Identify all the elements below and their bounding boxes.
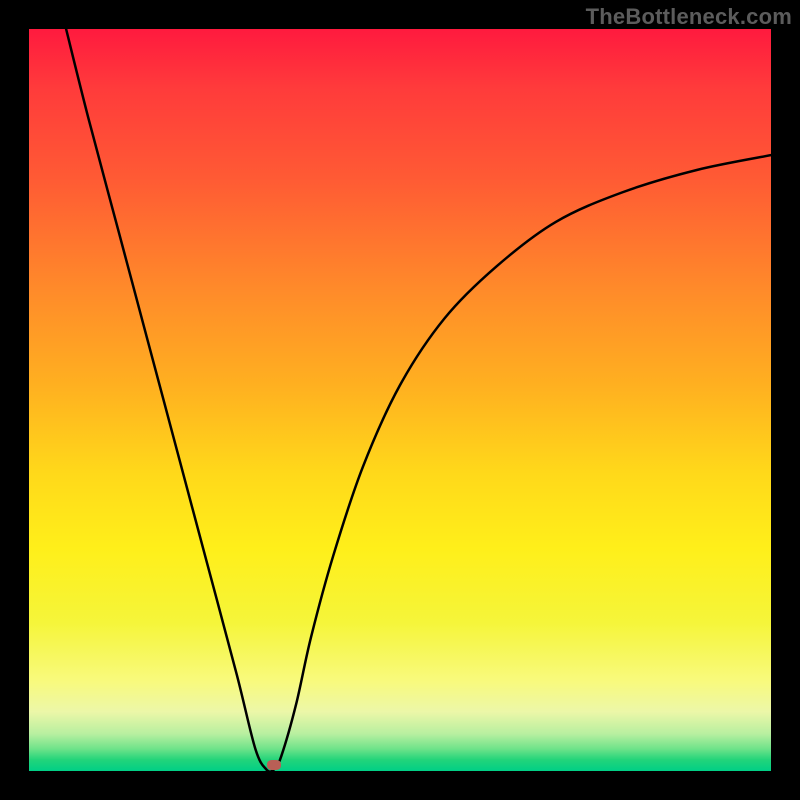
chart-frame: TheBottleneck.com xyxy=(0,0,800,800)
watermark-label: TheBottleneck.com xyxy=(586,4,792,30)
optimal-point-marker xyxy=(267,760,281,770)
plot-area xyxy=(29,29,771,771)
bottleneck-curve xyxy=(29,29,771,771)
